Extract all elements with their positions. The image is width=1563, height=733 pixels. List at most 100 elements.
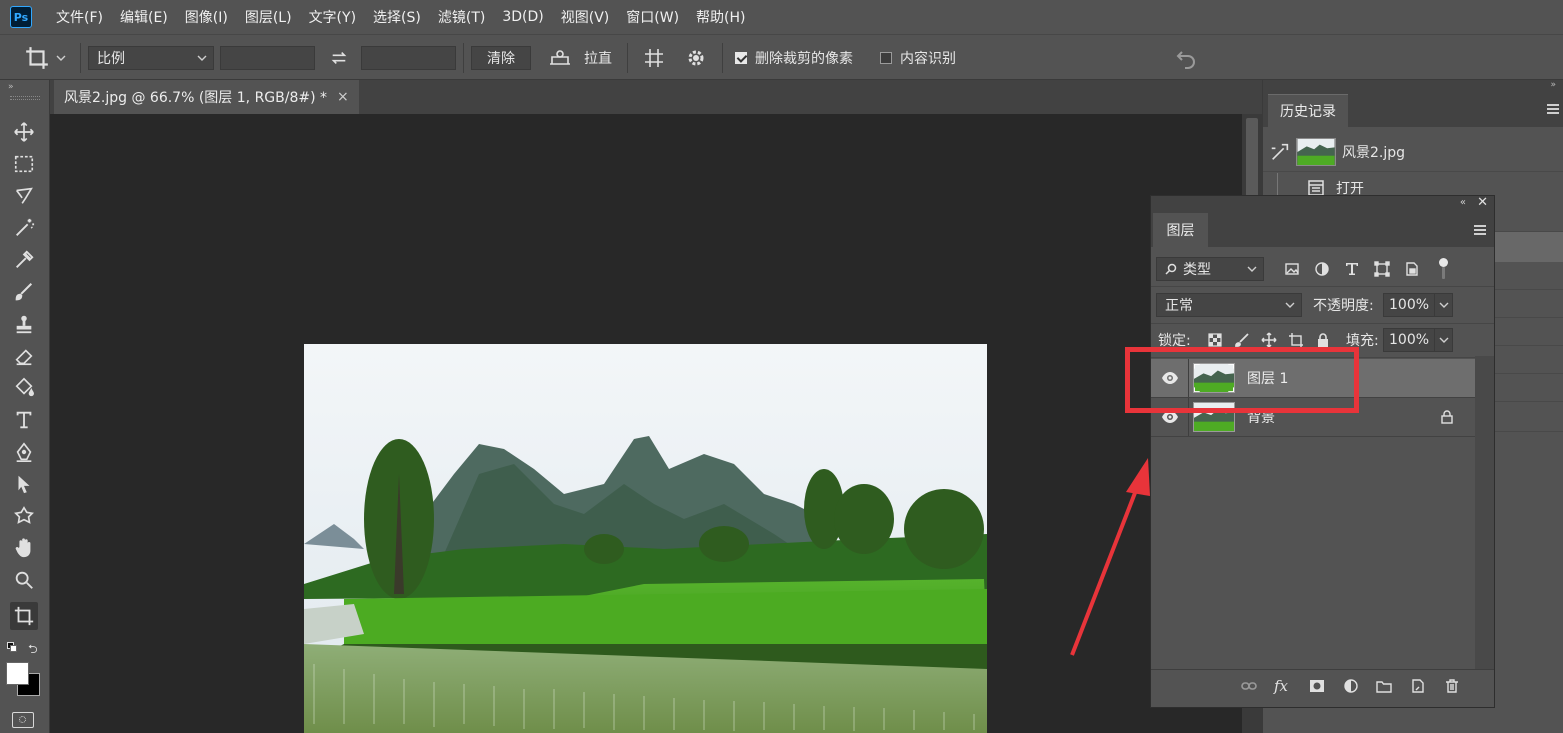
pen-tool[interactable] bbox=[10, 438, 38, 466]
clone-stamp-tool[interactable] bbox=[10, 310, 38, 338]
move-tool[interactable] bbox=[10, 118, 38, 146]
separator bbox=[627, 43, 628, 73]
ratio-select[interactable]: 比例 bbox=[88, 46, 214, 70]
delete-layer-button[interactable] bbox=[1443, 677, 1461, 695]
quick-mask-icon bbox=[19, 716, 26, 723]
crop-settings-button[interactable] bbox=[686, 35, 706, 81]
panel-menu-icon[interactable] bbox=[1474, 225, 1486, 235]
eyedropper-tool[interactable] bbox=[10, 246, 38, 274]
content-aware-checkbox[interactable]: 内容识别 bbox=[880, 35, 956, 81]
layer-filter-select[interactable]: 类型 bbox=[1156, 257, 1264, 281]
type-tool[interactable] bbox=[10, 406, 38, 434]
default-colors-icon[interactable] bbox=[7, 642, 17, 652]
straighten-button[interactable]: 拉直 bbox=[548, 35, 612, 81]
paint-bucket-icon bbox=[15, 377, 34, 397]
ratio-height-input[interactable] bbox=[361, 46, 456, 70]
grip-icon[interactable] bbox=[10, 96, 40, 100]
crop-tool-preset[interactable] bbox=[24, 35, 66, 81]
image-icon bbox=[1285, 263, 1299, 275]
menu-3d[interactable]: 3D(D) bbox=[502, 9, 543, 25]
crop-tool[interactable] bbox=[10, 602, 38, 630]
divider bbox=[1151, 436, 1475, 437]
eyedropper-icon bbox=[16, 250, 34, 268]
menu-file[interactable]: 文件(F) bbox=[56, 7, 103, 27]
paint-bucket-tool[interactable] bbox=[10, 374, 38, 402]
filter-smart-object-button[interactable] bbox=[1403, 260, 1421, 278]
filter-type-button[interactable] bbox=[1343, 260, 1361, 278]
fill-dropdown[interactable] bbox=[1434, 329, 1452, 351]
new-adjustment-button[interactable] bbox=[1342, 677, 1360, 695]
filter-toggle-switch[interactable] bbox=[1437, 257, 1449, 281]
menu-edit[interactable]: 编辑(E) bbox=[120, 7, 168, 27]
stamp-icon bbox=[16, 315, 32, 334]
expand-arrows-icon[interactable]: » bbox=[1550, 80, 1556, 90]
opacity-input[interactable]: 100% bbox=[1383, 293, 1453, 317]
link-layers-button[interactable] bbox=[1240, 677, 1258, 695]
history-row-highlight bbox=[1495, 232, 1563, 262]
swap-ratio-button[interactable] bbox=[330, 35, 348, 81]
zoom-tool[interactable] bbox=[10, 566, 38, 594]
layer-filter-value: 类型 bbox=[1183, 262, 1211, 278]
hand-tool[interactable] bbox=[10, 534, 38, 562]
new-layer-button[interactable] bbox=[1409, 677, 1427, 695]
lock-icon bbox=[1318, 333, 1328, 347]
fill-input[interactable]: 100% bbox=[1383, 328, 1453, 352]
document-tab-bar: 风景2.jpg @ 66.7% (图层 1, RGB/8#) * × bbox=[50, 80, 1262, 114]
shape-icon bbox=[14, 506, 34, 524]
magic-wand-tool[interactable] bbox=[10, 214, 38, 242]
photoshop-logo: Ps bbox=[10, 6, 32, 28]
menu-filter[interactable]: 滤镜(T) bbox=[438, 7, 485, 27]
eraser-tool[interactable] bbox=[10, 342, 38, 370]
delete-cropped-pixels-checkbox[interactable]: 删除裁剪的像素 bbox=[735, 35, 853, 81]
clear-button[interactable]: 清除 bbox=[471, 46, 531, 70]
close-panel-icon[interactable]: ✕ bbox=[1477, 195, 1488, 210]
move-icon bbox=[14, 122, 34, 142]
foreground-color-swatch[interactable] bbox=[6, 662, 29, 685]
eraser-icon bbox=[15, 349, 33, 366]
shape-icon bbox=[1374, 261, 1390, 277]
history-brush-icon bbox=[1271, 143, 1289, 160]
layers-panel-titlebar[interactable]: « ✕ bbox=[1151, 195, 1494, 213]
filter-shape-button[interactable] bbox=[1373, 260, 1391, 278]
marquee-tool[interactable] bbox=[10, 150, 38, 178]
landscape-photo[interactable] bbox=[304, 344, 987, 733]
opacity-dropdown[interactable] bbox=[1434, 294, 1452, 316]
overlay-grid-button[interactable] bbox=[643, 35, 665, 81]
tab-history[interactable]: 历史记录 bbox=[1268, 94, 1348, 127]
swap-colors-icon[interactable]: ⮌ bbox=[28, 640, 38, 661]
new-group-button[interactable] bbox=[1375, 677, 1393, 695]
menu-window[interactable]: 窗口(W) bbox=[626, 7, 679, 27]
blend-mode-select[interactable]: 正常 bbox=[1156, 293, 1302, 317]
checkbox-unchecked-icon bbox=[880, 52, 892, 64]
close-icon[interactable]: × bbox=[337, 89, 349, 105]
menu-type[interactable]: 文字(Y) bbox=[309, 7, 356, 27]
history-snapshot[interactable]: 风景2.jpg bbox=[1263, 132, 1563, 172]
add-mask-button[interactable] bbox=[1308, 677, 1326, 695]
brush-tool[interactable] bbox=[10, 278, 38, 306]
straighten-label: 拉直 bbox=[584, 51, 612, 67]
type-icon bbox=[16, 411, 32, 429]
collapse-arrows-icon[interactable]: » bbox=[8, 82, 14, 92]
menu-layer[interactable]: 图层(L) bbox=[245, 7, 292, 27]
reset-crop-button[interactable] bbox=[1174, 35, 1198, 81]
quick-mask-button[interactable] bbox=[12, 712, 34, 728]
history-row-empty bbox=[1495, 318, 1563, 346]
menu-view[interactable]: 视图(V) bbox=[561, 7, 610, 27]
tab-layers[interactable]: 图层 bbox=[1153, 213, 1208, 247]
layers-scrollbar[interactable] bbox=[1475, 356, 1494, 669]
panel-menu-icon[interactable] bbox=[1547, 104, 1559, 114]
mask-icon bbox=[1310, 680, 1324, 692]
document-tab[interactable]: 风景2.jpg @ 66.7% (图层 1, RGB/8#) * × bbox=[54, 80, 359, 114]
menu-select[interactable]: 选择(S) bbox=[373, 7, 421, 27]
opacity-value: 100% bbox=[1389, 297, 1430, 313]
filter-adjustment-button[interactable] bbox=[1313, 260, 1331, 278]
filter-pixel-button[interactable] bbox=[1283, 260, 1301, 278]
menu-help[interactable]: 帮助(H) bbox=[696, 7, 745, 27]
fx-button[interactable]: fx bbox=[1272, 677, 1290, 695]
lasso-tool[interactable] bbox=[10, 182, 38, 210]
collapse-panel-icon[interactable]: « bbox=[1460, 197, 1466, 208]
menu-image[interactable]: 图像(I) bbox=[185, 7, 228, 27]
ratio-width-input[interactable] bbox=[220, 46, 315, 70]
path-selection-tool[interactable] bbox=[10, 470, 38, 498]
custom-shape-tool[interactable] bbox=[10, 502, 38, 530]
